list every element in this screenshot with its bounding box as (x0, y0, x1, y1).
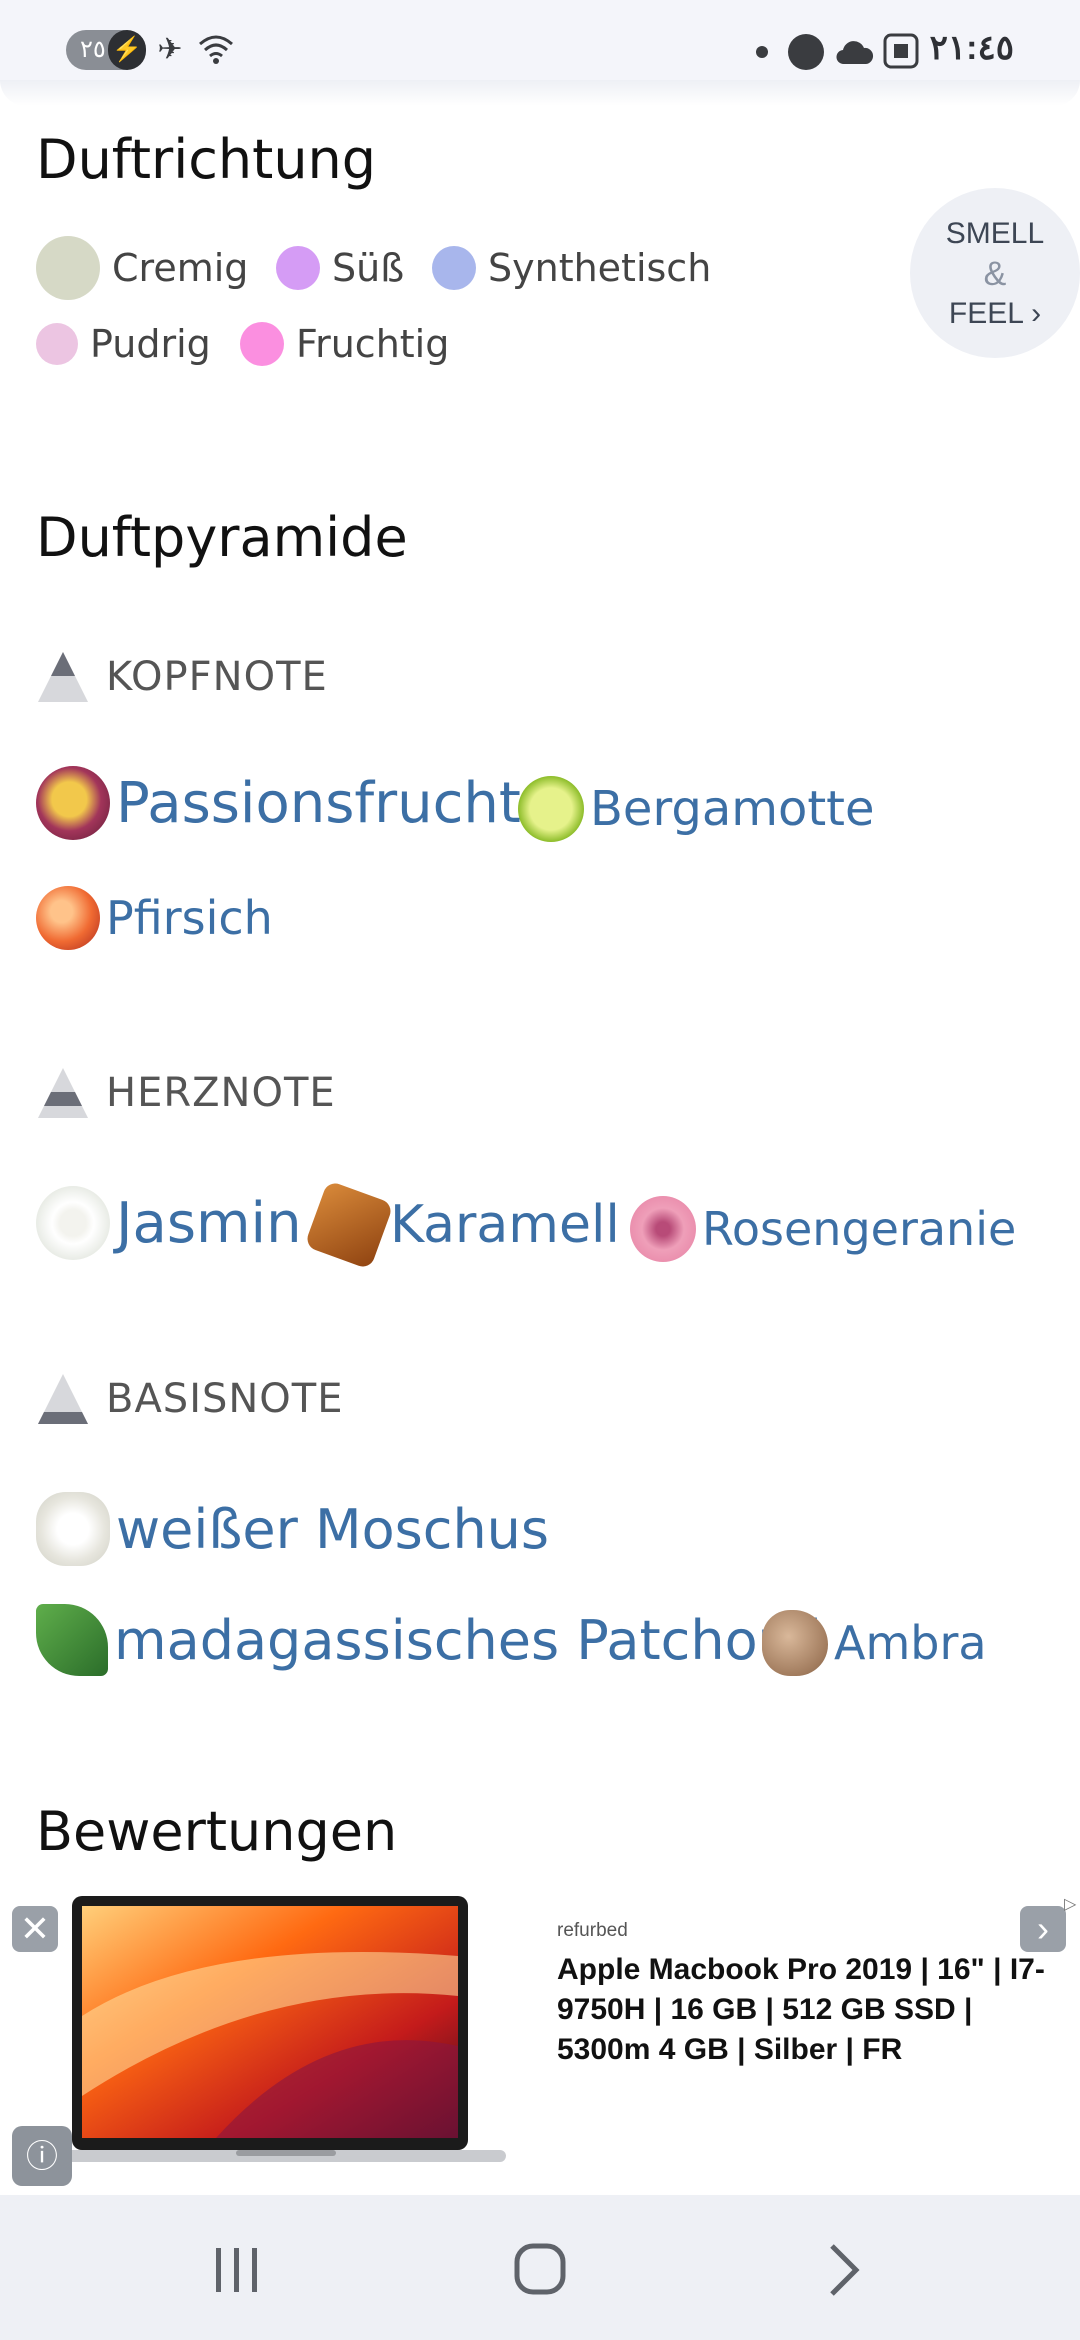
note-label: Jasmin (116, 1190, 302, 1256)
airplane-icon: ✈ (157, 33, 183, 66)
clock: ٢١:٤٥ (929, 29, 1014, 67)
pyramid-top-icon (38, 652, 88, 702)
adchoices-icon[interactable]: ▷ (1064, 1894, 1076, 1914)
accord-synthetisch[interactable]: Synthetisch (432, 246, 711, 290)
back-icon[interactable] (808, 2240, 878, 2300)
ad-next-button[interactable]: › (1020, 1906, 1066, 1952)
note-label: Passionsfrucht (116, 770, 521, 836)
amber-icon (762, 1610, 828, 1676)
accord-dot (36, 323, 78, 365)
accord-cremig[interactable]: Cremig (36, 236, 248, 300)
bergamot-icon (518, 776, 584, 842)
caramel-icon (304, 1180, 394, 1270)
note-pfirsich[interactable]: Pfirsich (36, 886, 273, 950)
note-label: Karamell (390, 1195, 620, 1255)
top-note-section: KOPFNOTE (36, 650, 328, 704)
accord-label: Süß (332, 246, 405, 290)
note-label: Rosengeranie (702, 1202, 1017, 1256)
note-label: Ambra (834, 1616, 987, 1670)
reviews-heading: Bewertungen (36, 1800, 398, 1863)
accord-dot (432, 246, 476, 290)
accord-pudrig[interactable]: Pudrig (36, 322, 211, 366)
note-label: weißer Moschus (116, 1497, 550, 1561)
rose-geranium-icon (630, 1196, 696, 1262)
ad-advertiser: refurbed (557, 1920, 628, 1941)
pyramid-heart-icon (38, 1068, 88, 1118)
heart-note-label: HERZNOTE (106, 1070, 336, 1116)
note-karamell[interactable]: Karamell (304, 1180, 620, 1270)
accord-suss[interactable]: Süß (276, 246, 404, 290)
base-note-label: BASISNOTE (106, 1376, 344, 1422)
accord-label: Fruchtig (296, 322, 450, 366)
wifi-icon (196, 30, 236, 70)
note-rosengeranie[interactable]: Rosengeranie (630, 1196, 1016, 1262)
jasmine-icon (36, 1186, 110, 1260)
smell-feel-line1: SMELL (945, 217, 1045, 250)
ad-info-button[interactable]: ⓘ (12, 2126, 72, 2186)
note-jasmin[interactable]: Jasmin (36, 1186, 302, 1260)
note-weisser-moschus[interactable]: weißer Moschus (36, 1492, 549, 1566)
ad-title[interactable]: Apple Macbook Pro 2019 | 16" | I7-9750H … (557, 1950, 1057, 2070)
accord-dot (240, 322, 284, 366)
pyramid-heading: Duftpyramide (36, 506, 408, 569)
note-label: Pfirsich (106, 891, 273, 945)
accord-label: Synthetisch (488, 246, 712, 290)
base-note-section: BASISNOTE (36, 1372, 344, 1426)
ad-close-button[interactable]: ✕ (12, 1906, 58, 1952)
heart-note-section: HERZNOTE (36, 1066, 336, 1120)
pyramid-base-icon (38, 1374, 88, 1424)
recent-apps-icon[interactable] (202, 2240, 272, 2300)
note-madagassisches-patchouli[interactable]: madagassisches Patchouli (36, 1604, 822, 1676)
patchouli-icon (36, 1604, 108, 1676)
notification-dot-icon (756, 46, 768, 58)
home-icon[interactable] (505, 2240, 575, 2300)
top-note-label: KOPFNOTE (106, 654, 328, 700)
note-label: madagassisches Patchouli (114, 1608, 822, 1672)
smell-feel-line3: FEEL › (948, 297, 1042, 330)
note-label: Bergamotte (590, 781, 875, 837)
white-musk-icon (36, 1492, 110, 1566)
smell-feel-ampersand: & (983, 255, 1007, 293)
passion-fruit-icon (36, 766, 110, 840)
accord-dot (36, 236, 100, 300)
smell-feel-button[interactable]: SMELL & FEEL › (910, 188, 1080, 358)
battery-level: ٢٥ (80, 36, 106, 63)
screenshot-icon (882, 32, 920, 75)
cloud-icon (834, 38, 874, 71)
accord-label: Pudrig (90, 322, 211, 366)
note-passionsfrucht[interactable]: Passionsfrucht (36, 766, 521, 840)
accord-label: Cremig (112, 246, 249, 290)
accord-dot (276, 246, 320, 290)
messenger-icon (788, 34, 824, 70)
ad-laptop-image[interactable] (66, 1896, 506, 2166)
note-bergamotte[interactable]: Bergamotte (518, 776, 875, 842)
charging-bolt-icon: ⚡ (108, 30, 146, 70)
accords-heading: Duftrichtung (36, 128, 377, 191)
note-ambra[interactable]: Ambra (762, 1610, 987, 1676)
status-bar-shadow (0, 80, 1080, 106)
peach-icon (36, 886, 100, 950)
battery-indicator: ٢٥ ⚡ (66, 30, 146, 70)
accord-fruchtig[interactable]: Fruchtig (240, 322, 449, 366)
